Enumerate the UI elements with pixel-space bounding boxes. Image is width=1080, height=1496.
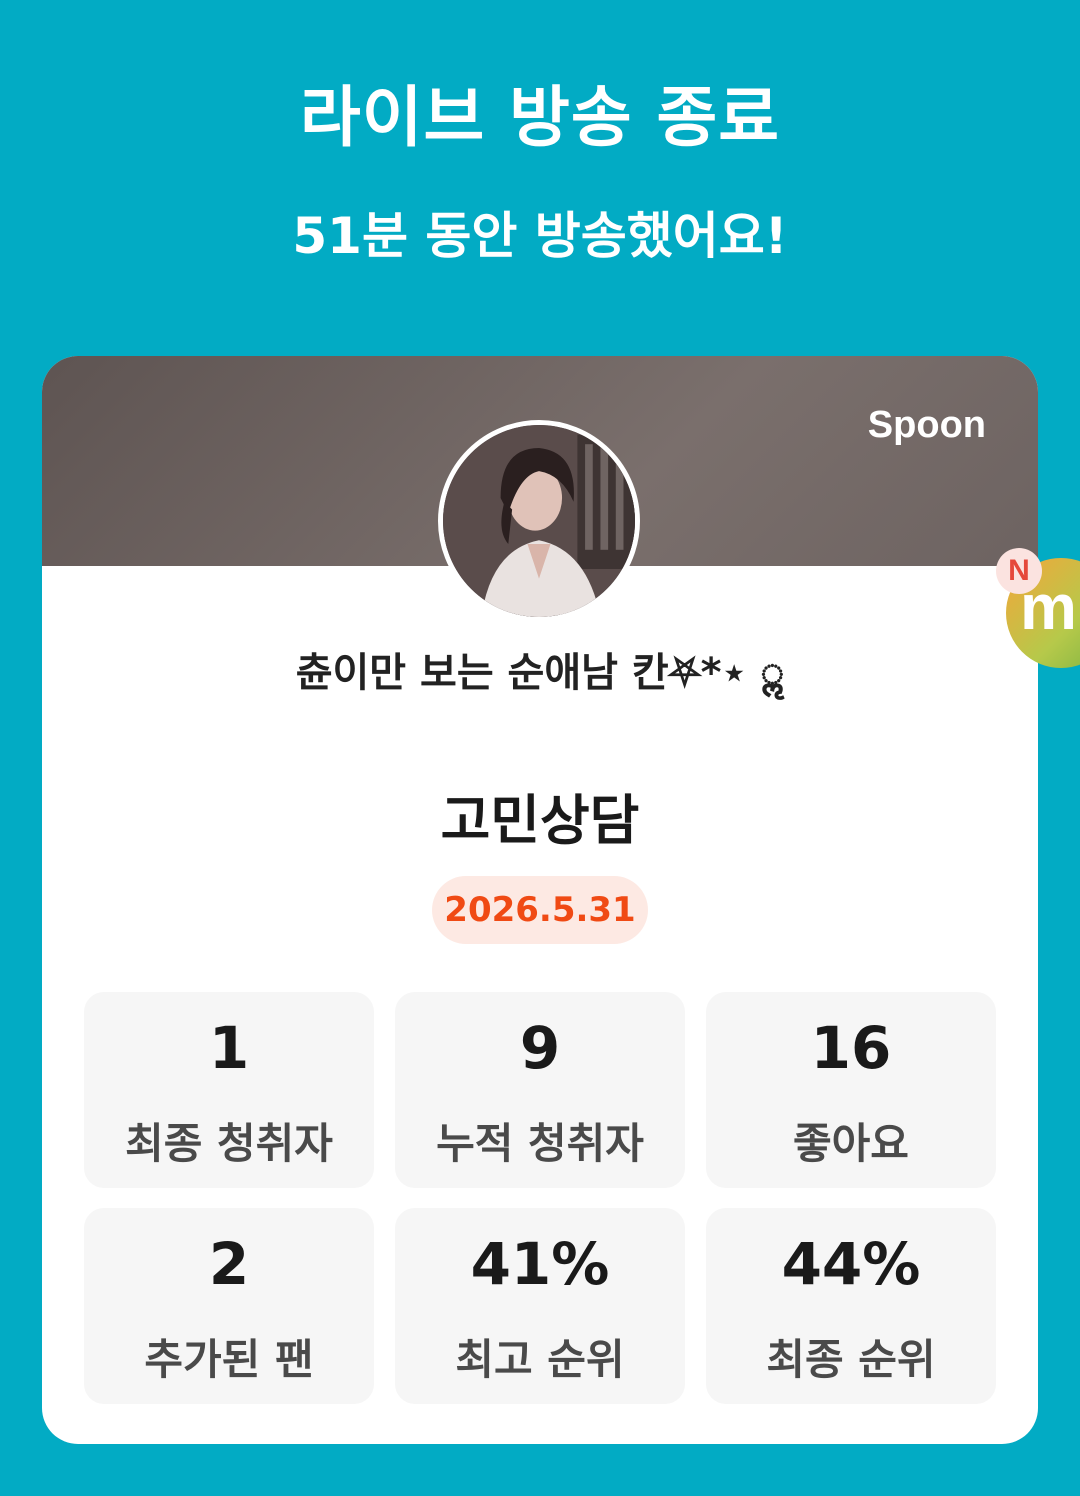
avatar-image-icon: [443, 425, 635, 617]
stat-label: 최종 청취자: [125, 1119, 333, 1168]
live-summary-card: Spoon 츈이만 보는 순애남 칸⛧*⋆ ॢ 고민상담 2026.5.31 1…: [42, 356, 1038, 1444]
dj-name: 츈이만 보는 순애남 칸⛧*⋆ ॢ: [295, 650, 785, 696]
page-subtitle: 51분 동안 방송했어요!: [292, 207, 788, 265]
stat-total-listeners: 9 누적 청취자: [395, 992, 685, 1188]
spoon-logo: Spoon: [867, 404, 986, 446]
stat-label: 좋아요: [793, 1119, 909, 1168]
stat-value: 44%: [781, 1230, 921, 1298]
avatar[interactable]: [438, 420, 640, 622]
stat-value: 41%: [470, 1230, 610, 1298]
stat-new-fans: 2 추가된 팬: [84, 1208, 374, 1404]
notification-dot: N: [996, 548, 1042, 594]
stat-final-rank: 44% 최종 순위: [706, 1208, 996, 1404]
stats-grid: 1 최종 청취자 9 누적 청취자 16 좋아요 2 추가된 팬 41% 최고 …: [84, 992, 996, 1404]
live-title: 고민상담: [440, 789, 640, 852]
stat-label: 추가된 팬: [144, 1335, 314, 1384]
stat-value: 16: [810, 1014, 892, 1082]
stat-value: 1: [208, 1014, 250, 1082]
page-title: 라이브 방송 종료: [300, 79, 780, 156]
stat-label: 최종 순위: [766, 1335, 936, 1384]
stat-label: 최고 순위: [455, 1335, 625, 1384]
stat-value: 2: [208, 1230, 250, 1298]
stat-label: 누적 청취자: [436, 1119, 644, 1168]
date-badge: 2026.5.31: [432, 876, 648, 944]
stat-final-listeners: 1 최종 청취자: [84, 992, 374, 1188]
stat-value: 9: [519, 1014, 561, 1082]
stat-best-rank: 41% 최고 순위: [395, 1208, 685, 1404]
stat-likes: 16 좋아요: [706, 992, 996, 1188]
